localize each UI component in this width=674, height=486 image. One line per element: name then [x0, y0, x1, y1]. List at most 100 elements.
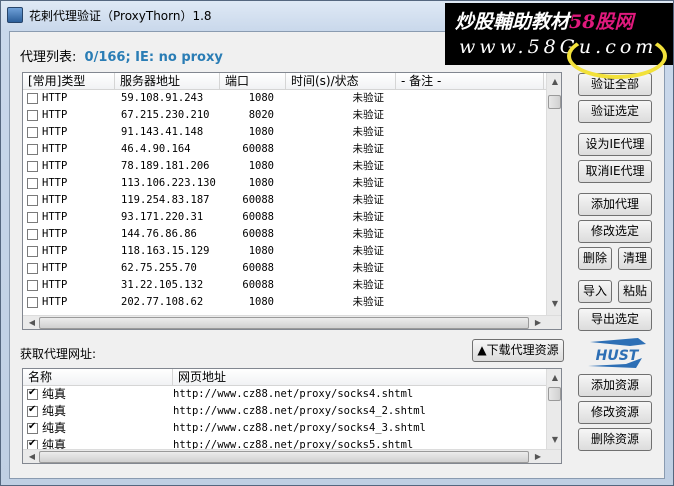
row-checkbox[interactable]: [27, 212, 38, 223]
table-row[interactable]: HTTP 113.106.223.130 1080 未验证: [23, 175, 396, 192]
scroll-up-arrow-icon[interactable]: ▲: [548, 371, 561, 385]
edit-selected-button[interactable]: 修改选定: [578, 220, 652, 243]
source-checkbox[interactable]: [27, 404, 38, 417]
source-vertical-scrollbar[interactable]: ▲ ▼: [546, 369, 561, 449]
cell-status: 未验证: [352, 194, 385, 206]
hust-logo-icon: HUST: [588, 338, 646, 368]
row-checkbox[interactable]: [27, 229, 38, 240]
cell-host: 202.77.108.62: [121, 296, 204, 308]
column-header[interactable]: 时间(s)/状态: [286, 73, 396, 89]
source-checkbox[interactable]: [27, 387, 38, 400]
cell-host: 62.75.255.70: [121, 262, 197, 274]
cell-status: 未验证: [352, 262, 385, 274]
scroll-down-arrow-icon[interactable]: ▼: [548, 433, 561, 447]
row-checkbox[interactable]: [27, 195, 38, 206]
cell-type: HTTP: [42, 296, 68, 308]
table-row[interactable]: HTTP 67.215.230.210 8020 未验证: [23, 107, 396, 124]
scroll-thumb[interactable]: [548, 95, 561, 109]
edit-source-button[interactable]: 修改资源: [578, 401, 652, 424]
table-row[interactable]: HTTP 91.143.41.148 1080 未验证: [23, 124, 396, 141]
row-checkbox[interactable]: [27, 246, 38, 257]
cell-type: HTTP: [42, 262, 68, 274]
delete-button[interactable]: 删除: [578, 247, 612, 270]
table-row[interactable]: HTTP 78.189.181.206 1080 未验证: [23, 158, 396, 175]
scroll-thumb[interactable]: [39, 317, 529, 329]
cell-port: 60088: [242, 228, 274, 240]
scroll-up-arrow-icon[interactable]: ▲: [548, 75, 561, 89]
verify-selected-button[interactable]: 验证选定: [578, 100, 652, 123]
table-row[interactable]: HTTP 119.254.83.187 60088 未验证: [23, 192, 396, 209]
scroll-thumb[interactable]: [548, 387, 561, 401]
cancel-ie-proxy-button[interactable]: 取消IE代理: [578, 160, 652, 183]
app-icon: [7, 7, 23, 23]
proxy-vertical-scrollbar[interactable]: ▲ ▼: [546, 73, 561, 315]
cell-status: 未验证: [352, 296, 385, 308]
table-row[interactable]: HTTP 118.163.15.129 1080 未验证: [23, 243, 396, 260]
delete-source-button[interactable]: 删除资源: [578, 428, 652, 451]
paste-button[interactable]: 粘贴: [618, 280, 652, 303]
clear-button[interactable]: 清理: [618, 247, 652, 270]
proxy-horizontal-scrollbar[interactable]: ◀ ▶: [23, 315, 561, 329]
add-proxy-button[interactable]: 添加代理: [578, 193, 652, 216]
table-row[interactable]: HTTP 144.76.86.86 60088 未验证: [23, 226, 396, 243]
row-checkbox[interactable]: [27, 144, 38, 155]
cell-type: HTTP: [42, 126, 68, 138]
cell-port: 60088: [242, 143, 274, 155]
row-checkbox[interactable]: [27, 161, 38, 172]
cell-status: 未验证: [352, 211, 385, 223]
column-header[interactable]: [常用]类型: [23, 73, 115, 89]
table-row[interactable]: HTTP 202.77.108.62 1080 未验证: [23, 294, 396, 311]
source-list-table[interactable]: 名称网页地址 纯真 http://www.cz88.net/proxy/socks…: [22, 368, 562, 464]
cell-host: 91.143.41.148: [121, 126, 204, 138]
app-window: 花剌代理验证（ProxyThorn）1.8 代理列表: 0/166; IE: n…: [0, 0, 674, 486]
source-name: 纯真: [42, 387, 67, 401]
scroll-thumb[interactable]: [39, 451, 529, 463]
column-header[interactable]: - 备注 -: [396, 73, 544, 89]
row-checkbox[interactable]: [27, 297, 38, 308]
table-row[interactable]: HTTP 59.108.91.243 1080 未验证: [23, 90, 396, 107]
scroll-right-arrow-icon[interactable]: ▶: [531, 316, 545, 329]
cell-port: 60088: [242, 279, 274, 291]
cell-port: 1080: [248, 245, 274, 257]
row-checkbox[interactable]: [27, 280, 38, 291]
import-button[interactable]: 导入: [578, 280, 612, 303]
cell-port: 1080: [248, 177, 274, 189]
row-checkbox[interactable]: [27, 93, 38, 104]
proxy-status-line: 代理列表: 0/166; IE: no proxy: [20, 46, 223, 65]
highlight-circle: [567, 33, 667, 79]
row-checkbox[interactable]: [27, 127, 38, 138]
watermark-text-a: 炒股輔助教材: [455, 11, 570, 33]
table-row[interactable]: HTTP 46.4.90.164 60088 未验证: [23, 141, 396, 158]
table-row[interactable]: HTTP 93.171.220.31 60088 未验证: [23, 209, 396, 226]
column-header[interactable]: 服务器地址: [115, 73, 220, 89]
column-header[interactable]: 端口: [220, 73, 286, 89]
table-row[interactable]: HTTP 31.22.105.132 60088 未验证: [23, 277, 396, 294]
list-item[interactable]: 纯真 http://www.cz88.net/proxy/socks4_2.sht…: [23, 403, 543, 420]
source-url: http://www.cz88.net/proxy/socks4.shtml: [173, 388, 414, 400]
cell-status: 未验证: [352, 228, 385, 240]
hust-logo-text: HUST: [596, 348, 640, 364]
download-sources-button[interactable]: ▲下载代理资源: [472, 339, 564, 362]
source-checkbox[interactable]: [27, 421, 38, 434]
export-selected-button[interactable]: 导出选定: [578, 308, 652, 331]
cell-port: 1080: [248, 160, 274, 172]
cell-type: HTTP: [42, 109, 68, 121]
column-header[interactable]: 网页地址: [173, 369, 548, 385]
add-source-button[interactable]: 添加资源: [578, 374, 652, 397]
table-row[interactable]: HTTP 62.75.255.70 60088 未验证: [23, 260, 396, 277]
cell-port: 60088: [242, 262, 274, 274]
row-checkbox[interactable]: [27, 263, 38, 274]
watermark-text-b: 58股网: [569, 11, 634, 33]
row-checkbox[interactable]: [27, 178, 38, 189]
list-item[interactable]: 纯真 http://www.cz88.net/proxy/socks4_3.sht…: [23, 420, 543, 437]
source-horizontal-scrollbar[interactable]: ◀ ▶: [23, 449, 561, 463]
scroll-right-arrow-icon[interactable]: ▶: [531, 450, 545, 463]
proxy-list-table[interactable]: [常用]类型 服务器地址 端口 时间(s)/状态 - 备注 - HTTP 59.108.9…: [22, 72, 562, 330]
scroll-down-arrow-icon[interactable]: ▼: [548, 297, 561, 311]
set-ie-proxy-button[interactable]: 设为IE代理: [578, 133, 652, 156]
scroll-left-arrow-icon[interactable]: ◀: [25, 316, 39, 329]
scroll-left-arrow-icon[interactable]: ◀: [25, 450, 39, 463]
list-item[interactable]: 纯真 http://www.cz88.net/proxy/socks4.shtml: [23, 386, 543, 403]
column-header[interactable]: 名称: [23, 369, 173, 385]
row-checkbox[interactable]: [27, 110, 38, 121]
